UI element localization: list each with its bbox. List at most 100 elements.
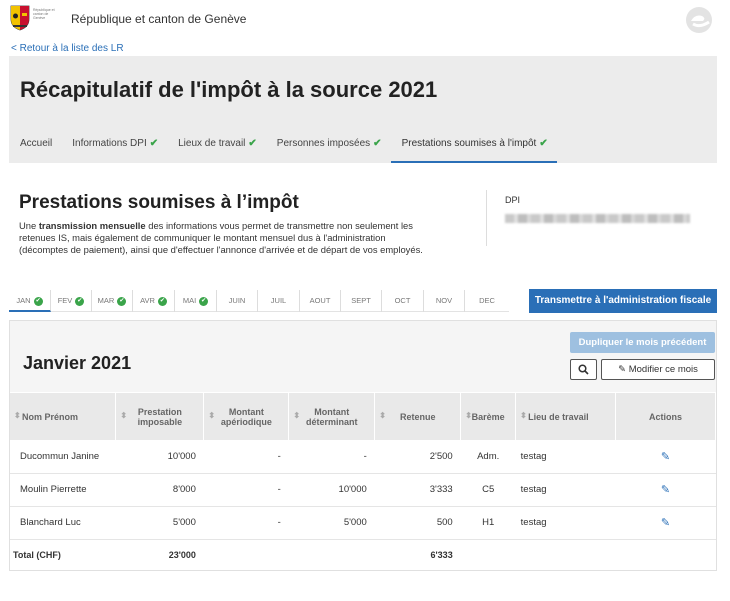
cell-actions: ✎ bbox=[615, 440, 716, 474]
tab-bar: Accueil Informations DPI ✔ Lieux de trava… bbox=[9, 137, 557, 163]
month-label: DEC bbox=[479, 296, 495, 305]
col-header-prestation[interactable]: ⬍ Prestation imposable bbox=[115, 393, 205, 440]
month-tab-juil[interactable]: JUIL bbox=[258, 290, 300, 312]
geneva-crest-icon bbox=[10, 5, 30, 31]
month-tab-juin[interactable]: JUIN bbox=[217, 290, 258, 312]
modify-month-button[interactable]: ✎ Modifier ce mois bbox=[601, 359, 715, 380]
table-total-row: Total (CHF) 23'000 6'333 bbox=[10, 539, 716, 570]
total-prestation: 23'000 bbox=[168, 549, 196, 560]
tab-prestations[interactable]: Prestations soumises à l'impôt ✔ bbox=[390, 137, 557, 163]
month-tab-fev[interactable]: FEV ✔ bbox=[51, 290, 92, 312]
cell-aperiodique: - bbox=[203, 473, 289, 507]
search-icon bbox=[578, 364, 589, 375]
month-tabs: JAN ✔ FEV ✔ MAR ✔ AVR ✔ MAI ✔ JUIN JUIL AOUT … bbox=[9, 290, 509, 312]
col-header-lieu[interactable]: ⬍ Lieu de travail bbox=[515, 393, 617, 440]
total-label: Total (CHF) bbox=[13, 549, 61, 560]
total-empty bbox=[461, 539, 516, 570]
month-label: SEPT bbox=[351, 296, 371, 305]
cell-prestation: 5'000 bbox=[115, 506, 204, 540]
edit-icon[interactable]: ✎ bbox=[661, 484, 670, 496]
check-icon: ✔ bbox=[539, 138, 548, 149]
dpi-box: DPI bbox=[486, 190, 717, 246]
table-header-row: ⬍ Nom Prénom ⬍ Prestation imposable ⬍ Monta… bbox=[10, 393, 716, 440]
sort-icon: ⬍ bbox=[465, 411, 472, 420]
total-empty bbox=[289, 539, 375, 570]
sort-icon: ⬍ bbox=[293, 411, 301, 420]
col-header-determinant[interactable]: ⬍ Montant déterminant bbox=[288, 393, 376, 440]
cell-nom: Ducommun Janine bbox=[10, 440, 116, 474]
header-label: Montant déterminant bbox=[306, 406, 358, 427]
tab-personnes-imposees[interactable]: Personnes imposées ✔ bbox=[266, 137, 391, 163]
desc-prefix: Une bbox=[19, 220, 39, 231]
desc-bold: transmission mensuelle bbox=[38, 220, 146, 231]
col-header-nom[interactable]: ⬍ Nom Prénom bbox=[10, 393, 117, 440]
month-panel: Janvier 2021 Dupliquer le mois précédent… bbox=[9, 320, 717, 571]
total-retenue: 6'333 bbox=[430, 549, 453, 560]
month-tab-nov[interactable]: NOV bbox=[424, 290, 465, 312]
sort-icon: ⬍ bbox=[208, 411, 216, 420]
prestations-table: ⬍ Nom Prénom ⬍ Prestation imposable ⬍ Monta… bbox=[10, 393, 716, 570]
check-icon: ✔ bbox=[75, 296, 85, 306]
col-header-retenue[interactable]: ⬍ Retenue bbox=[374, 393, 462, 440]
tab-label: Prestations soumises à l'impôt bbox=[401, 138, 537, 149]
panel-header: Janvier 2021 Dupliquer le mois précédent… bbox=[10, 321, 716, 392]
month-tab-jan[interactable]: JAN ✔ bbox=[9, 290, 51, 312]
section-description: Une transmission mensuelle des informati… bbox=[19, 220, 429, 256]
month-title: Janvier 2021 bbox=[23, 353, 132, 373]
cell-determinant: 5'000 bbox=[288, 506, 375, 540]
month-label: AVR bbox=[140, 296, 155, 305]
cell-aperiodique: - bbox=[203, 440, 289, 474]
government-name: République et canton de Genève bbox=[71, 12, 247, 26]
col-header-bareme[interactable]: ⬍ Barème bbox=[460, 393, 517, 440]
page-header: Récapitulatif de l'impôt à la source 202… bbox=[9, 56, 717, 163]
dpi-label: DPI bbox=[505, 195, 521, 205]
month-label: OCT bbox=[394, 296, 411, 305]
e-logo-icon bbox=[686, 7, 712, 33]
search-button[interactable] bbox=[570, 359, 597, 380]
cell-determinant: 10'000 bbox=[288, 473, 375, 507]
col-header-aperiodique[interactable]: ⬍ Montant apériodique bbox=[203, 393, 290, 440]
month-tab-mar[interactable]: MAR ✔ bbox=[92, 290, 133, 312]
total-empty bbox=[616, 539, 716, 570]
header-label: Actions bbox=[649, 411, 683, 422]
month-label: JUIL bbox=[270, 296, 287, 305]
cell-determinant: - bbox=[288, 440, 375, 474]
cell-nom: Blanchard Luc bbox=[10, 506, 116, 540]
cell-prestation: 8'000 bbox=[115, 473, 204, 507]
month-tab-aout[interactable]: AOUT bbox=[300, 290, 341, 312]
header-label: Nom Prénom bbox=[22, 411, 79, 422]
cell-actions: ✎ bbox=[615, 473, 716, 507]
month-label: JAN bbox=[16, 296, 31, 305]
table-row: Ducommun Janine 10'000 - - 2'500 Adm. te… bbox=[10, 440, 716, 474]
month-tab-sept[interactable]: SEPT bbox=[341, 290, 382, 312]
cell-actions: ✎ bbox=[615, 506, 716, 540]
check-icon: ✔ bbox=[199, 296, 209, 306]
header-label: Lieu de travail bbox=[528, 411, 589, 422]
month-tab-dec[interactable]: DEC bbox=[465, 290, 509, 312]
month-tab-mai[interactable]: MAI ✔ bbox=[175, 290, 217, 312]
transmit-button[interactable]: Transmettre à l'administration fiscale bbox=[529, 289, 717, 313]
sort-icon: ⬍ bbox=[14, 411, 21, 420]
tab-informations-dpi[interactable]: Informations DPI ✔ bbox=[61, 137, 167, 163]
back-to-list-link[interactable]: < Retour à la liste des LR bbox=[11, 43, 124, 54]
month-tab-oct[interactable]: OCT bbox=[382, 290, 424, 312]
month-label: MAI bbox=[182, 296, 197, 305]
table-row: Blanchard Luc 5'000 - 5'000 500 H1 testa… bbox=[10, 506, 716, 540]
total-empty bbox=[204, 539, 289, 570]
cell-aperiodique: - bbox=[203, 506, 289, 540]
duplicate-previous-month-button[interactable]: Dupliquer le mois précédent bbox=[570, 332, 715, 353]
tab-lieux-de-travail[interactable]: Lieux de travail ✔ bbox=[167, 137, 266, 163]
col-header-actions: Actions bbox=[615, 393, 716, 440]
edit-icon[interactable]: ✎ bbox=[661, 451, 670, 463]
tab-accueil[interactable]: Accueil bbox=[9, 137, 61, 163]
sort-icon: ⬍ bbox=[379, 411, 386, 420]
cell-bareme: H1 bbox=[460, 506, 516, 540]
edit-icon[interactable]: ✎ bbox=[661, 517, 670, 529]
total-empty bbox=[516, 539, 616, 570]
cell-bareme: C5 bbox=[460, 473, 516, 507]
month-label: AOUT bbox=[309, 296, 331, 305]
check-icon: ✔ bbox=[248, 138, 257, 149]
header-label: Montant apériodique bbox=[220, 406, 272, 427]
crest-text: République et canton de Genève bbox=[33, 8, 55, 20]
month-tab-avr[interactable]: AVR ✔ bbox=[133, 290, 175, 312]
